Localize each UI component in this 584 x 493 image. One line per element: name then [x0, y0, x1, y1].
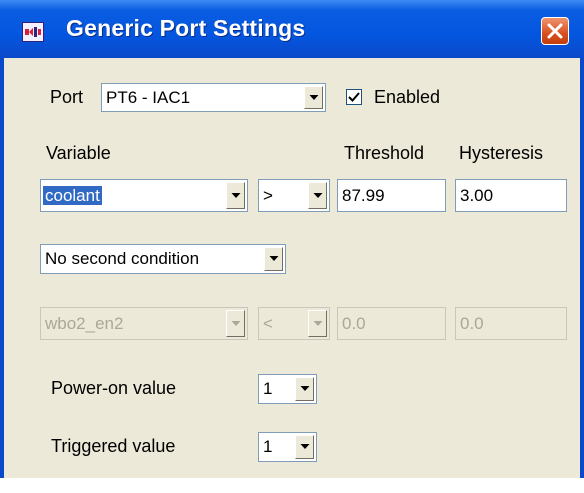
operator2-select: < — [258, 307, 330, 340]
chevron-down-icon[interactable] — [308, 182, 327, 209]
power-on-label: Power-on value — [51, 378, 177, 398]
second-condition-value: No second condition — [45, 249, 200, 268]
triggered-select[interactable]: 1 — [258, 432, 317, 462]
hysteresis2-input: 0.0 — [455, 307, 567, 340]
port-label: Port — [50, 87, 84, 107]
threshold-input[interactable]: 87.99 — [337, 179, 446, 212]
chevron-down-icon — [226, 310, 245, 337]
threshold-header: Threshold — [344, 143, 425, 163]
variable-select-value: coolant — [43, 185, 102, 205]
chevron-down-icon[interactable] — [295, 435, 314, 459]
window-frame-right — [580, 58, 584, 478]
hysteresis-input[interactable]: 3.00 — [455, 179, 567, 212]
triggered-value: 1 — [263, 437, 273, 456]
threshold-value: 87.99 — [342, 185, 385, 205]
chevron-down-icon[interactable] — [295, 377, 314, 401]
variable-header: Variable — [46, 143, 111, 163]
close-icon — [547, 23, 563, 39]
hysteresis-value: 3.00 — [460, 185, 494, 205]
close-button[interactable] — [541, 17, 569, 45]
enabled-checkbox[interactable] — [346, 89, 362, 105]
dialog-window: Generic Port Settings Port PT6 - IAC1 En… — [0, 0, 584, 478]
power-on-select[interactable]: 1 — [258, 374, 317, 404]
chevron-down-icon — [308, 310, 327, 337]
port-settings-icon — [22, 22, 44, 42]
chevron-down-icon[interactable] — [264, 247, 283, 271]
variable2-select: wbo2_en2 — [40, 307, 248, 340]
operator-select-value: > — [263, 185, 273, 205]
chevron-down-icon[interactable] — [304, 86, 323, 109]
title-bar[interactable]: Generic Port Settings — [0, 0, 584, 58]
variable2-select-value: wbo2_en2 — [45, 313, 124, 333]
hysteresis-header: Hysteresis — [459, 143, 544, 163]
port-select[interactable]: PT6 - IAC1 — [101, 83, 326, 112]
window-title: Generic Port Settings — [66, 15, 306, 41]
variable-select[interactable]: coolant — [40, 179, 248, 212]
port-select-value: PT6 - IAC1 — [106, 87, 191, 107]
enabled-label: Enabled — [374, 87, 441, 107]
triggered-label: Triggered value — [51, 436, 176, 456]
second-condition-select[interactable]: No second condition — [40, 244, 286, 274]
checkmark-icon — [348, 92, 360, 102]
window-frame-left — [0, 58, 4, 478]
operator-select[interactable]: > — [258, 179, 330, 212]
operator2-select-value: < — [263, 313, 273, 333]
threshold2-value: 0.0 — [342, 313, 366, 333]
chevron-down-icon[interactable] — [226, 182, 245, 209]
hysteresis2-value: 0.0 — [460, 313, 484, 333]
threshold2-input: 0.0 — [337, 307, 446, 340]
power-on-value: 1 — [263, 379, 273, 398]
